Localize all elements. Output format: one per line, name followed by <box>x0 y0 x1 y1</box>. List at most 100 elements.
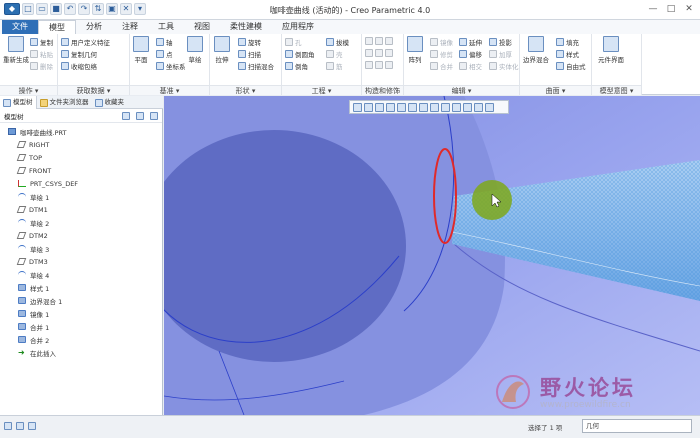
tab-analysis[interactable]: 分析 <box>76 20 112 34</box>
tab-applications[interactable]: 应用程序 <box>272 20 324 34</box>
tab-flexible-modeling[interactable]: 柔性建模 <box>220 20 272 34</box>
trim-button[interactable]: 修剪 <box>430 49 453 59</box>
freestyle-button[interactable]: 自由式 <box>556 61 586 71</box>
zoom-out-icon[interactable] <box>375 102 384 112</box>
rib-button[interactable]: 筋 <box>326 61 343 71</box>
refit-icon[interactable] <box>353 102 362 112</box>
browser-icon[interactable] <box>16 422 24 430</box>
annotation-display-icon[interactable] <box>452 102 461 112</box>
minimize-icon[interactable]: — <box>644 2 662 16</box>
animation-icon[interactable] <box>485 102 494 112</box>
close-icon[interactable]: ✕ <box>680 2 698 16</box>
style-button[interactable]: 样式 <box>556 49 579 59</box>
sweep-button[interactable]: 扫描 <box>238 49 261 59</box>
tree-item[interactable]: TOP <box>0 151 162 164</box>
tree-item[interactable]: 合并 1 <box>0 320 162 333</box>
group-label[interactable]: 形状 ▾ <box>210 85 281 95</box>
show-icon[interactable] <box>136 111 144 120</box>
tree-item[interactable]: DTM3 <box>0 255 162 268</box>
saved-orientations-icon[interactable] <box>419 102 428 112</box>
hole-button[interactable]: 孔 <box>285 37 302 47</box>
tree-item[interactable]: DTM1 <box>0 203 162 216</box>
spin-center-icon[interactable] <box>463 102 472 112</box>
tree-item[interactable]: 镜像 1 <box>0 307 162 320</box>
pattern-button[interactable]: 阵列 <box>407 36 423 64</box>
sketch-button[interactable]: 草绘 <box>187 36 203 64</box>
group-label[interactable]: 操作 ▾ <box>0 85 57 95</box>
tab-model-tree[interactable]: 模型树 <box>0 96 37 109</box>
intersect-button[interactable]: 相交 <box>459 61 482 71</box>
copy-geometry-button[interactable]: 复制几何 <box>61 49 97 59</box>
regenerate-button[interactable]: 重新生成 <box>3 36 29 64</box>
tab-tools[interactable]: 工具 <box>148 20 184 34</box>
selection-filter[interactable]: 几何 <box>582 419 692 433</box>
shrinkwrap-button[interactable]: 收缩包络 <box>61 61 97 71</box>
settings-icon[interactable] <box>122 111 130 120</box>
solidify-button[interactable]: 实体化 <box>489 61 519 71</box>
cosmetic-button-3[interactable] <box>365 61 393 69</box>
tree-item[interactable]: 草绘 1 <box>0 190 162 203</box>
tab-file[interactable]: 文件 <box>2 20 38 34</box>
filter-icon[interactable] <box>150 111 158 120</box>
tree-item[interactable]: 合并 2 <box>0 333 162 346</box>
selection-count[interactable]: 选择了 1 项 <box>528 422 562 432</box>
csys-button[interactable]: 坐标系 <box>156 61 186 71</box>
swept-blend-button[interactable]: 扫描混合 <box>238 61 274 71</box>
group-label[interactable]: 获取数据 ▾ <box>58 85 129 95</box>
mirror-button[interactable]: 镜像 <box>430 37 453 47</box>
tab-favorites[interactable]: 收藏夹 <box>92 96 128 109</box>
component-interface-button[interactable]: 元件界面 <box>598 36 624 64</box>
tab-view[interactable]: 视图 <box>184 20 220 34</box>
udf-button[interactable]: 用户定义特征 <box>61 37 110 47</box>
delete-button[interactable]: 删除 <box>30 61 53 71</box>
fullscreen-icon[interactable] <box>28 422 36 430</box>
model-view[interactable] <box>164 96 700 415</box>
maximize-icon[interactable]: □ <box>662 2 680 16</box>
tree-item[interactable]: 草绘 3 <box>0 242 162 255</box>
display-style-icon[interactable] <box>408 102 417 112</box>
extend-button[interactable]: 延伸 <box>459 37 482 47</box>
tree-root[interactable]: 咖啡壶曲线.PRT <box>0 125 162 138</box>
paste-button[interactable]: 粘贴 <box>30 49 53 59</box>
datum-display-icon[interactable] <box>441 102 450 112</box>
extrude-button[interactable]: 拉伸 <box>214 36 230 64</box>
perspective-icon[interactable] <box>397 102 406 112</box>
view-manager-icon[interactable] <box>430 102 439 112</box>
offset-button[interactable]: 偏移 <box>459 49 482 59</box>
spin-center-icon[interactable] <box>474 102 483 112</box>
fill-button[interactable]: 填充 <box>556 37 579 47</box>
copy-button[interactable]: 复制 <box>30 37 53 47</box>
repaint-icon[interactable] <box>386 102 395 112</box>
boundary-blend-button[interactable]: 边界混合 <box>523 36 549 64</box>
group-label[interactable]: 基准 ▾ <box>130 85 209 95</box>
group-label[interactable]: 曲面 ▾ <box>520 85 591 95</box>
tree-item[interactable]: PRT_CSYS_DEF <box>0 177 162 190</box>
tree-item[interactable]: 样式 1 <box>0 281 162 294</box>
plane-button[interactable]: 平面 <box>133 36 149 64</box>
chamfer-button[interactable]: 倒角 <box>285 61 308 71</box>
merge-button[interactable]: 合并 <box>430 61 453 71</box>
group-label[interactable]: 编辑 ▾ <box>404 85 519 95</box>
cosmetic-button-1[interactable] <box>365 37 393 45</box>
round-button[interactable]: 倒圆角 <box>285 49 315 59</box>
tree-item[interactable]: 边界混合 1 <box>0 294 162 307</box>
tree-item[interactable]: 草绘 4 <box>0 268 162 281</box>
tree-item[interactable]: 草绘 2 <box>0 216 162 229</box>
point-button[interactable]: 点 <box>156 49 173 59</box>
tree-item[interactable]: DTM2 <box>0 229 162 242</box>
tree-item[interactable]: FRONT <box>0 164 162 177</box>
toggle-navigator-icon[interactable] <box>4 422 12 430</box>
graphics-window[interactable] <box>164 96 700 415</box>
cosmetic-button-2[interactable] <box>365 49 393 57</box>
shell-button[interactable]: 壳 <box>326 49 343 59</box>
axis-button[interactable]: 轴 <box>156 37 173 47</box>
tab-annotate[interactable]: 注释 <box>112 20 148 34</box>
thicken-button[interactable]: 加厚 <box>489 49 512 59</box>
tab-model[interactable]: 模型 <box>38 20 76 34</box>
zoom-in-icon[interactable] <box>364 102 373 112</box>
project-button[interactable]: 投影 <box>489 37 512 47</box>
group-label[interactable]: 工程 ▾ <box>282 85 361 95</box>
tree-item[interactable]: ➜ 在此插入 <box>0 346 162 359</box>
draft-button[interactable]: 拔模 <box>326 37 349 47</box>
revolve-button[interactable]: 旋转 <box>238 37 261 47</box>
